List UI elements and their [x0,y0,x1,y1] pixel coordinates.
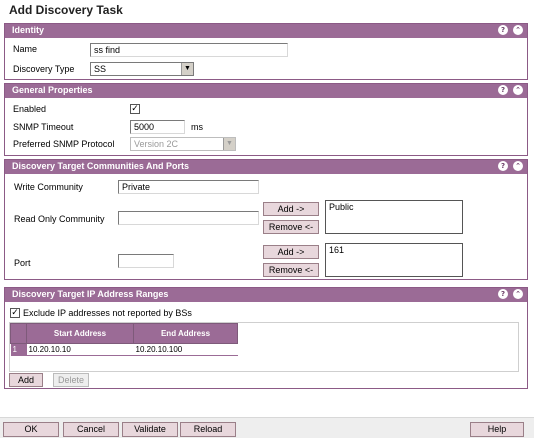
start-address-cell[interactable]: 10.20.10.10 [26,343,134,356]
row-num-header [10,323,27,344]
reload-button[interactable]: Reload [180,422,236,437]
snmp-protocol-select: Version 2C ▼ [130,137,236,151]
ip-range-table-container: Start Address End Address 1 10.20.10.10 … [9,322,519,372]
communities-panel-header: Discovery Target Communities And Ports ?… [5,160,527,174]
footer-bar: OK Cancel Validate Reload Help [0,417,534,438]
help-icon[interactable]: ? [498,289,508,299]
ip-ranges-panel: Discovery Target IP Address Ranges ? ⌃ ✓… [4,287,528,389]
validate-button[interactable]: Validate [122,422,178,437]
name-input[interactable]: ss find [90,43,288,57]
exclude-ip-label: Exclude IP addresses not reported by BSs [23,308,192,318]
identity-panel-header: Identity ? ⌃ [5,24,527,38]
write-community-input[interactable]: Private [118,180,259,194]
port-list[interactable]: 161 [325,243,463,277]
snmp-timeout-unit: ms [191,122,203,132]
cancel-button[interactable]: Cancel [63,422,119,437]
enabled-checkbox[interactable]: ✓ [130,104,140,114]
general-properties-panel: General Properties ? ⌃ Enabled ✓ SNMP Ti… [4,83,528,156]
snmp-timeout-input[interactable]: 5000 [130,120,185,134]
discovery-type-value: SS [94,64,107,74]
remove-read-community-button[interactable]: Remove <- [263,220,319,234]
ok-button[interactable]: OK [3,422,59,437]
ip-range-table: Start Address End Address 1 10.20.10.10 … [10,323,238,356]
general-panel-title: General Properties [12,85,93,95]
enabled-label: Enabled [13,104,47,114]
write-community-label: Write Community [14,182,83,192]
read-community-input[interactable] [118,211,259,225]
ip-ranges-panel-title: Discovery Target IP Address Ranges [12,289,169,299]
page-title: Add Discovery Task [9,3,123,17]
name-label: Name [13,44,38,54]
table-row[interactable]: 1 10.20.10.10 10.20.10.100 [10,343,238,356]
help-icon[interactable]: ? [498,25,508,35]
add-port-button[interactable]: Add -> [263,245,319,259]
ip-ranges-panel-header: Discovery Target IP Address Ranges ? ⌃ [5,288,527,302]
collapse-icon[interactable]: ⌃ [513,25,523,35]
snmp-protocol-value: Version 2C [134,139,179,149]
delete-range-button: Delete [53,373,89,387]
help-icon[interactable]: ? [498,161,508,171]
chevron-down-icon: ▼ [181,63,193,75]
discovery-type-label: Discovery Type [13,64,75,74]
communities-ports-panel: Discovery Target Communities And Ports ?… [4,159,528,280]
identity-panel-title: Identity [12,25,45,35]
end-address-header[interactable]: End Address [133,323,238,344]
collapse-icon[interactable]: ⌃ [513,161,523,171]
collapse-icon[interactable]: ⌃ [513,85,523,95]
end-address-cell[interactable]: 10.20.10.100 [133,343,238,356]
help-button[interactable]: Help [470,422,524,437]
row-number: 1 [10,343,27,356]
discovery-type-select[interactable]: SS ▼ [90,62,194,76]
list-item[interactable]: Public [329,202,459,212]
chevron-down-icon: ▼ [223,138,235,150]
table-header-row: Start Address End Address [10,323,238,344]
add-range-button[interactable]: Add [9,373,43,387]
start-address-header[interactable]: Start Address [26,323,134,344]
communities-panel-title: Discovery Target Communities And Ports [12,161,190,171]
list-item[interactable]: 161 [329,245,459,255]
add-read-community-button[interactable]: Add -> [263,202,319,216]
identity-panel: Identity ? ⌃ Name ss find Discovery Type… [4,23,528,80]
read-community-list[interactable]: Public [325,200,463,234]
port-label: Port [14,258,31,268]
snmp-timeout-label: SNMP Timeout [13,122,74,132]
port-input[interactable] [118,254,174,268]
snmp-protocol-label: Preferred SNMP Protocol [13,139,115,149]
read-community-label: Read Only Community [14,214,105,224]
help-icon[interactable]: ? [498,85,508,95]
exclude-ip-checkbox[interactable]: ✓ [10,308,20,318]
collapse-icon[interactable]: ⌃ [513,289,523,299]
general-panel-header: General Properties ? ⌃ [5,84,527,98]
remove-port-button[interactable]: Remove <- [263,263,319,277]
